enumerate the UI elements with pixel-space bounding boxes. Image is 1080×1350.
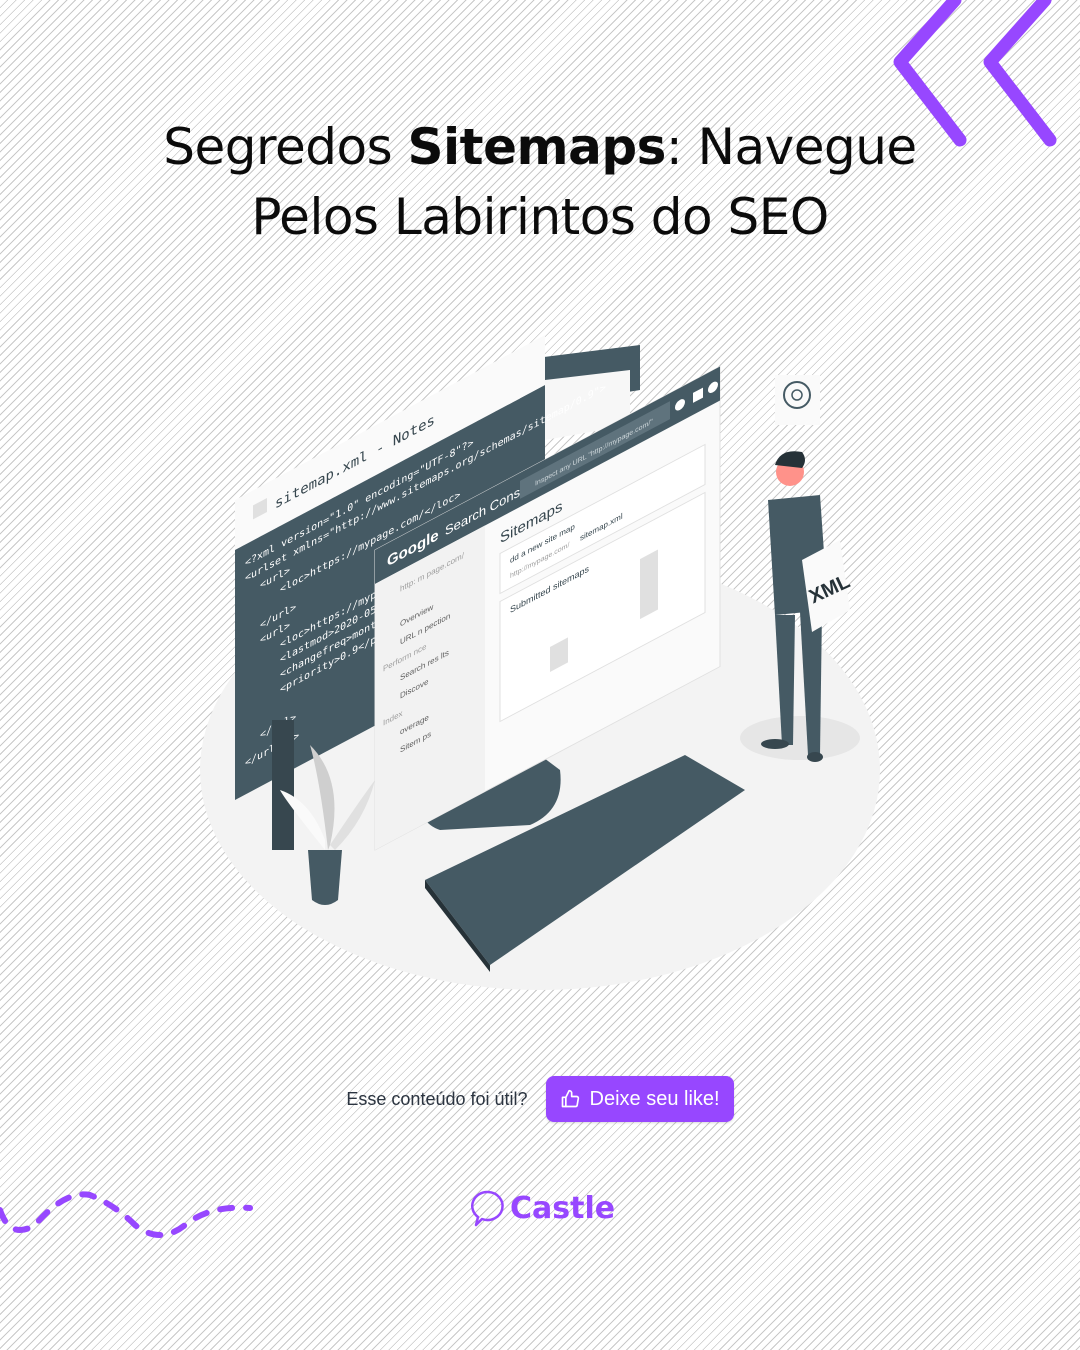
cta-question: Esse conteúdo foi útil?	[346, 1088, 528, 1109]
page-title: Segredos Sitemaps: Navegue Pelos Labirin…	[163, 118, 917, 246]
speech-bubble-icon	[471, 1190, 504, 1227]
gear-bubble	[775, 375, 820, 425]
sitemap-illustration: sitemap.xml - Notes <?xml version="1.0" …	[200, 335, 880, 990]
like-button[interactable]: Deixe seu like!	[545, 1076, 734, 1122]
cta-row: Esse conteúdo foi útil? Deixe seu like!	[0, 1076, 1080, 1122]
like-button-label: Deixe seu like!	[589, 1087, 720, 1110]
thumbs-up-icon	[561, 1089, 579, 1108]
brand-name: Castle	[510, 1190, 616, 1226]
dashed-wave-decoration	[0, 1191, 253, 1238]
castle-logo: Castle	[468, 1188, 615, 1228]
